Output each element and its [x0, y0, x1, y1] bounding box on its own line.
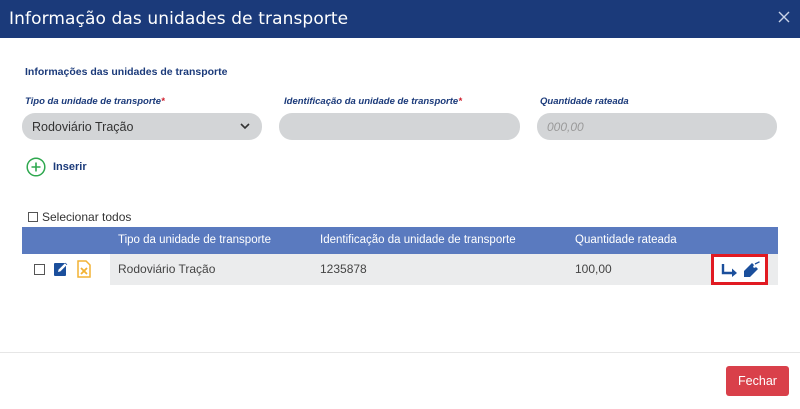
modal-title: Informação das unidades de transporte — [9, 9, 349, 29]
section-title: Informações das unidades de transporte — [25, 66, 228, 78]
modal-header: Informação das unidades de transporte — [0, 0, 800, 38]
tag-icon[interactable] — [743, 261, 761, 278]
tipo-select[interactable]: Rodoviário Tração — [22, 113, 262, 140]
insert-label: Inserir — [53, 161, 87, 173]
tipo-select-value: Rodoviário Tração — [32, 120, 134, 134]
column-header-tipo: Tipo da unidade de transporte — [118, 234, 272, 246]
cell-tipo: Rodoviário Tração — [118, 262, 216, 276]
table-header: Tipo da unidade de transporte Identifica… — [22, 227, 778, 254]
column-header-qty: Quantidade rateada — [575, 234, 677, 246]
cell-ident: 1235878 — [320, 262, 367, 276]
qty-input[interactable]: 000,00 — [537, 113, 777, 140]
row-actions-cell — [22, 254, 110, 285]
row-checkbox[interactable] — [34, 264, 45, 275]
required-marker: * — [161, 96, 165, 107]
required-marker: * — [458, 96, 462, 107]
highlighted-actions — [711, 254, 768, 285]
remove-file-icon[interactable] — [76, 260, 92, 278]
close-button[interactable]: Fechar — [726, 366, 789, 396]
column-header-ident: Identificação da unidade de transporte — [320, 234, 516, 246]
select-all[interactable]: Selecionar todos — [28, 210, 131, 224]
plus-circle-icon — [26, 157, 46, 177]
ident-input[interactable] — [279, 113, 520, 140]
tipo-label-text: Tipo da unidade de transporte — [25, 96, 162, 107]
forward-arrow-icon[interactable] — [721, 263, 739, 277]
insert-button[interactable]: Inserir — [26, 156, 87, 178]
qty-input-placeholder: 000,00 — [547, 120, 584, 134]
ident-label-text: Identificação da unidade de transporte — [284, 96, 459, 107]
table-row: Rodoviário Tração 1235878 100,00 — [22, 254, 778, 285]
tipo-label: Tipo da unidade de transporte* — [25, 96, 165, 107]
cell-qty: 100,00 — [575, 262, 612, 276]
edit-icon[interactable] — [53, 260, 69, 277]
close-icon[interactable] — [776, 9, 792, 25]
ident-label: Identificação da unidade de transporte* — [284, 96, 462, 107]
qty-label: Quantidade rateada — [540, 96, 629, 107]
select-all-label: Selecionar todos — [42, 210, 132, 224]
chevron-down-icon — [240, 123, 250, 130]
footer-divider — [0, 352, 800, 353]
select-all-checkbox[interactable] — [28, 212, 38, 222]
